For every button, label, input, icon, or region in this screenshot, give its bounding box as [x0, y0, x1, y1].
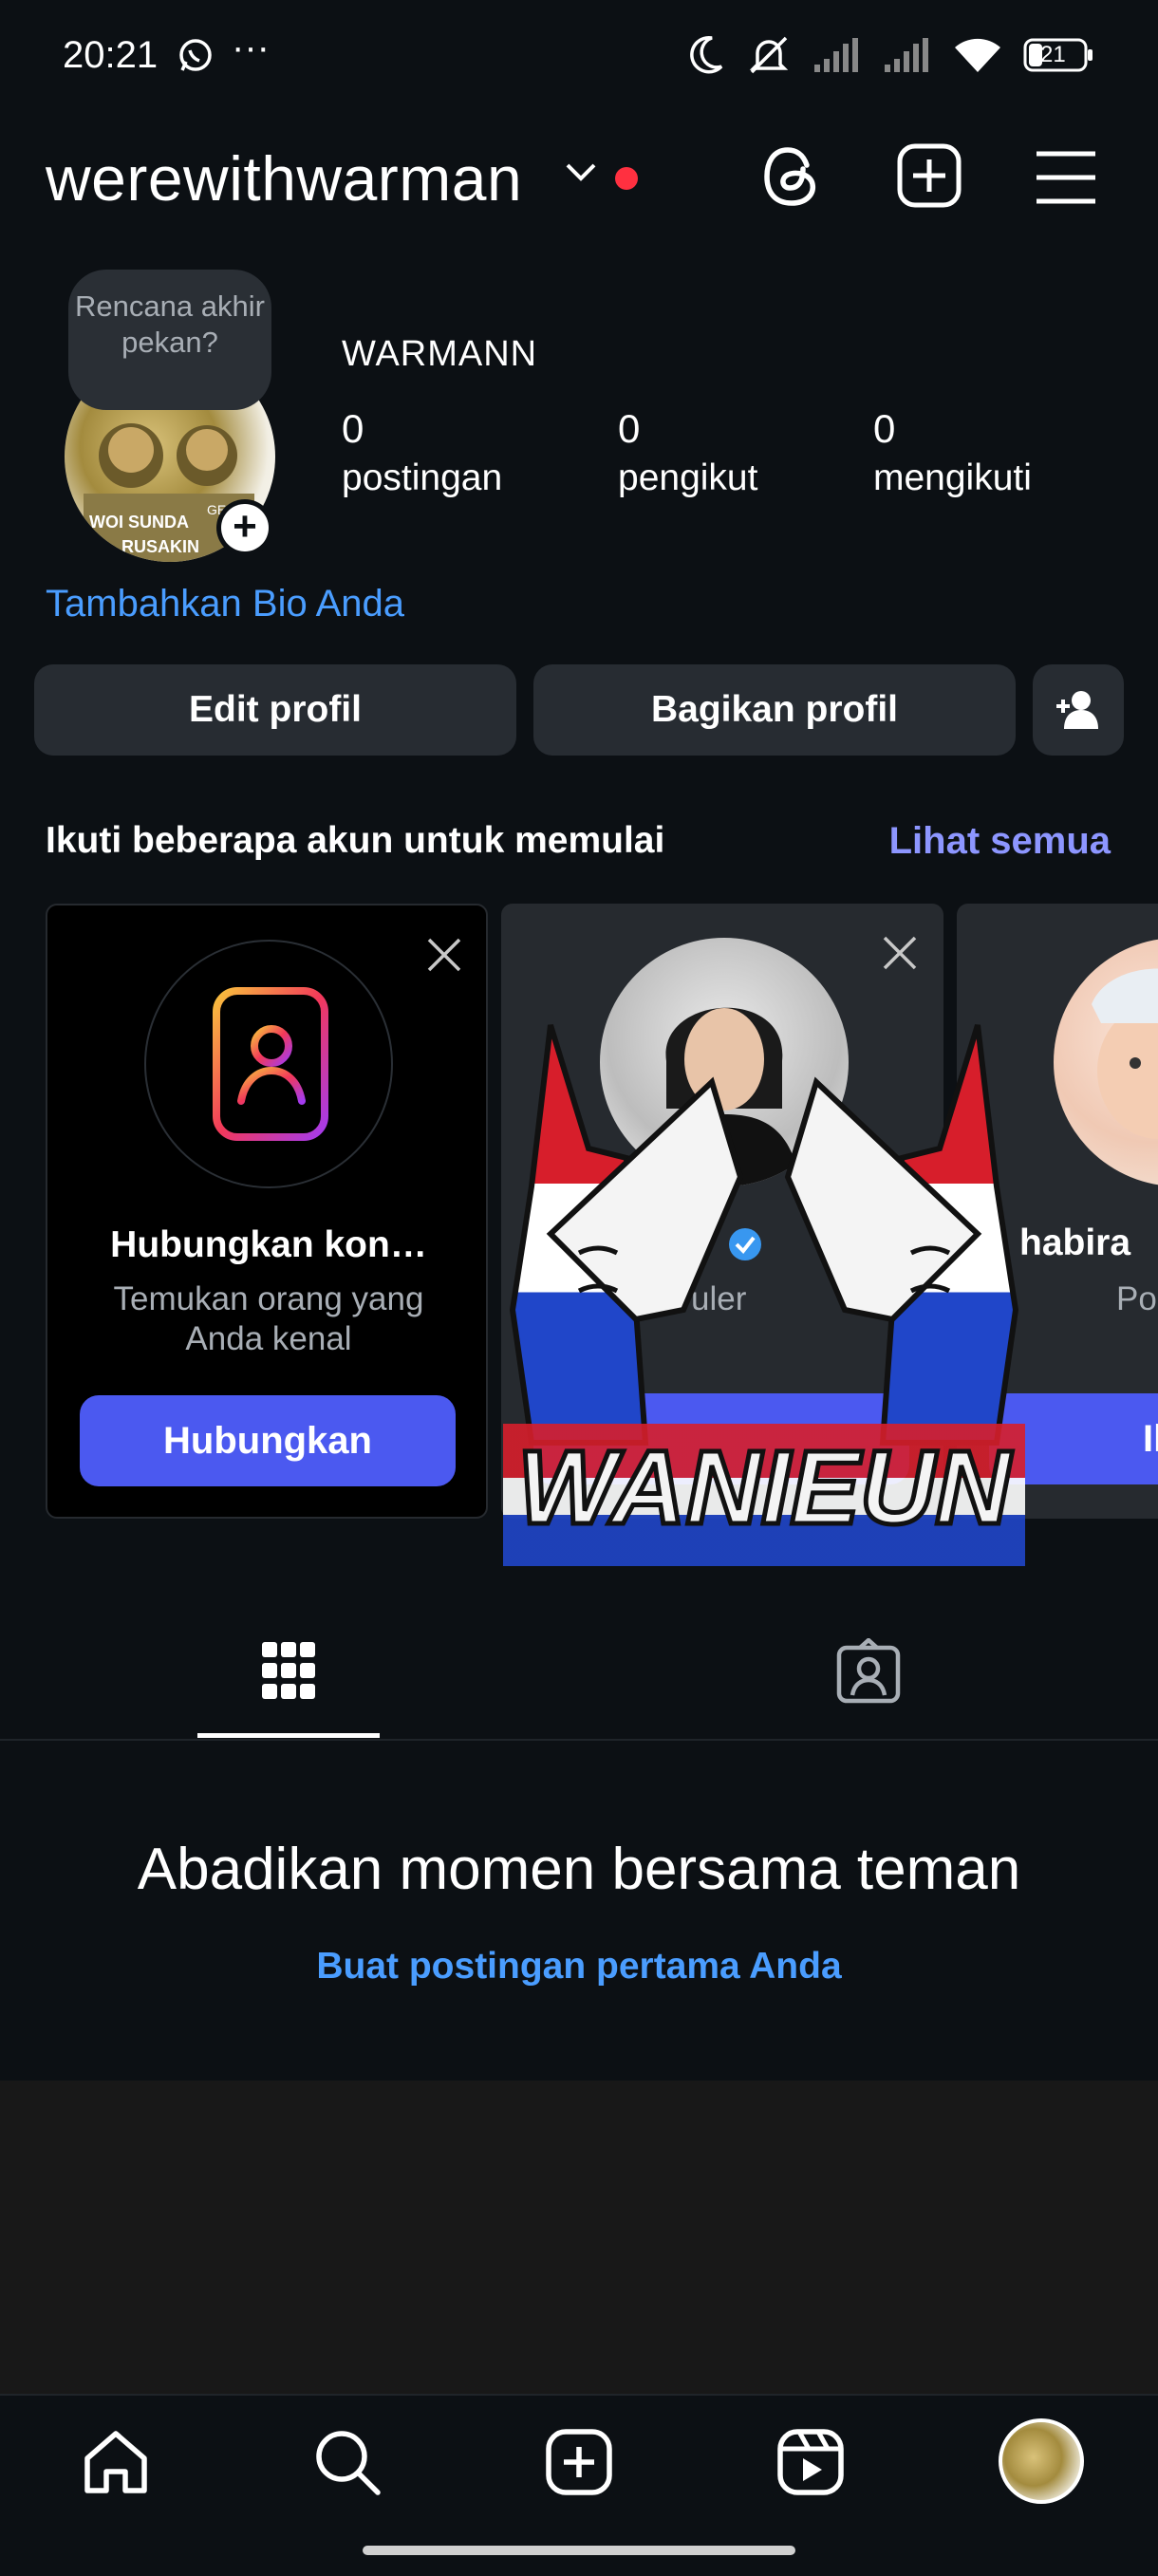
status-more: ···	[232, 27, 270, 68]
edit-profile-button[interactable]: Edit profil	[34, 664, 516, 756]
close-icon[interactable]	[425, 936, 463, 974]
empty-state-title: Abadikan momen bersama teman	[137, 1837, 1021, 1902]
reels-icon[interactable]	[775, 2426, 847, 2498]
contacts-icon	[144, 940, 393, 1188]
display-name: WARMANN	[342, 334, 538, 374]
add-bio-link[interactable]: Tambahkan Bio Anda	[46, 583, 404, 625]
stat-posts-value: 0	[342, 406, 364, 451]
stat-posts-label: postingan	[342, 457, 503, 498]
search-icon[interactable]	[311, 2426, 383, 2498]
tagged-icon	[836, 1638, 901, 1704]
signal-icon	[812, 36, 862, 74]
profile-avatar[interactable]	[999, 2418, 1084, 2504]
username[interactable]: werewithwarman	[46, 142, 522, 215]
moon-icon	[687, 34, 725, 76]
battery-icon: 21	[1023, 38, 1095, 72]
tab-tagged[interactable]	[835, 1638, 902, 1705]
active-tab-indicator	[197, 1733, 380, 1738]
status-time: 20:21	[63, 34, 159, 76]
card-title: habira	[1019, 1223, 1131, 1263]
menu-icon[interactable]	[1035, 150, 1097, 205]
create-post-icon[interactable]	[896, 142, 962, 209]
whatsapp-icon	[177, 36, 215, 74]
create-icon[interactable]	[543, 2426, 615, 2498]
avatar-caption-3: RUSAKIN	[121, 537, 199, 556]
suggestions-title: Ikuti beberapa akun untuk memulai	[46, 820, 665, 861]
home-indicator[interactable]	[363, 2546, 795, 2555]
wifi-icon	[953, 36, 1002, 74]
suggestion-card-contacts[interactable]: Hubungkan kon… Temukan orang yang Anda k…	[46, 904, 488, 1519]
stat-following-label: mengikuti	[873, 457, 1032, 498]
stat-followers-value: 0	[618, 406, 641, 451]
stat-following[interactable]: 0 mengikuti	[873, 406, 1032, 499]
see-all-link[interactable]: Lihat semua	[889, 820, 1111, 863]
stat-following-value: 0	[873, 406, 896, 451]
signal-icon	[883, 36, 932, 74]
connect-label: Hubungkan	[163, 1419, 372, 1462]
share-profile-label: Bagikan profil	[650, 689, 899, 730]
grid-icon	[262, 1642, 315, 1699]
create-first-post-link[interactable]: Buat postingan pertama Anda	[0, 1946, 1158, 1988]
card-title: Hubungkan kon…	[110, 1224, 427, 1265]
battery-level: 21	[1040, 42, 1066, 67]
tab-posts-grid[interactable]	[260, 1640, 317, 1701]
chevron-down-icon[interactable]	[564, 161, 598, 184]
stat-posts[interactable]: 0 postingan	[342, 406, 502, 499]
connect-button[interactable]: Hubungkan	[80, 1395, 456, 1486]
follow-label: Ik	[1143, 1417, 1158, 1460]
tabs-divider	[0, 1739, 1158, 1741]
add-story-button[interactable]: +	[216, 499, 273, 556]
threads-icon[interactable]	[759, 142, 826, 211]
avatar-caption-1: WOI SUNDA	[89, 513, 189, 532]
note-bubble[interactable]: Rencana akhir pekan?	[68, 270, 271, 410]
discover-people-button[interactable]	[1033, 664, 1124, 756]
close-icon[interactable]	[881, 934, 919, 972]
suggested-user-avatar[interactable]	[1054, 938, 1158, 1186]
wanieun-sticker: WANIEUN	[494, 1006, 1035, 1576]
plus-icon: +	[221, 504, 269, 551]
share-profile-button[interactable]: Bagikan profil	[533, 664, 1016, 756]
edit-profile-label: Edit profil	[189, 689, 362, 730]
mute-icon	[746, 34, 792, 76]
home-icon[interactable]	[80, 2426, 152, 2498]
stat-followers[interactable]: 0 pengikut	[618, 406, 757, 499]
empty-content-area	[0, 2081, 1158, 2394]
card-subtitle: Temukan orang yang Anda kenal	[113, 1280, 424, 1357]
baby-picture	[1092, 968, 1158, 1139]
sticker-text: WANIEUN	[517, 1429, 1013, 1546]
notification-dot	[615, 167, 638, 190]
note-text: Rencana akhir pekan?	[75, 289, 265, 359]
stat-followers-label: pengikut	[618, 457, 758, 498]
card-subtitle: Po	[1116, 1280, 1157, 1317]
add-person-icon	[1055, 689, 1102, 731]
